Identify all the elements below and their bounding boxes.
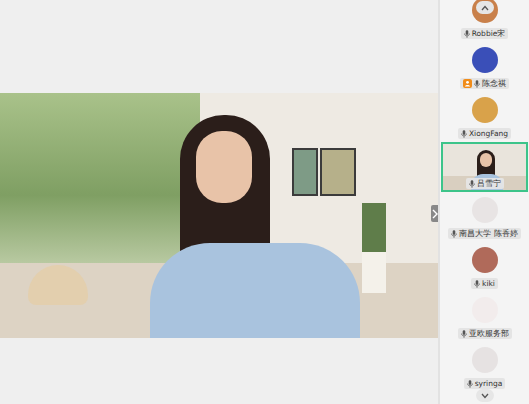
participant-tile[interactable]: 南昌大学 陈香婷 <box>440 192 529 242</box>
participant-list: Robbie宋陈念祺 XiongFang 吕雪宁南昌大学 陈香婷 kiki 亚欧服务部 s… <box>440 0 529 392</box>
participant-avatar <box>472 97 498 123</box>
participant-sidebar: Robbie宋陈念祺 XiongFang 吕雪宁南昌大学 陈香婷 kiki 亚欧服务部 s… <box>440 0 529 404</box>
chevron-down-icon <box>481 393 489 399</box>
participant-name-tag: XiongFang <box>458 128 511 139</box>
participant-avatar <box>472 297 498 323</box>
participant-name-tag: kiki <box>471 278 498 289</box>
participant-tile[interactable]: kiki <box>440 242 529 292</box>
main-stage <box>0 0 438 404</box>
participant-name-tag: Robbie宋 <box>461 28 509 39</box>
microphone-icon <box>461 330 467 338</box>
microphone-icon <box>467 380 473 388</box>
participant-tile[interactable]: 吕雪宁 <box>441 142 528 192</box>
participant-avatar <box>472 47 498 73</box>
host-badge-icon <box>463 79 472 88</box>
meeting-window: Robbie宋陈念祺 XiongFang 吕雪宁南昌大学 陈香婷 kiki 亚欧服务部 s… <box>0 0 529 404</box>
participant-name-tag: 吕雪宁 <box>466 178 504 189</box>
participant-name-tag: 亚欧服务部 <box>458 328 512 339</box>
microphone-icon <box>464 30 470 38</box>
participant-avatar <box>472 247 498 273</box>
scroll-up-button[interactable] <box>476 1 494 14</box>
scroll-down-button[interactable] <box>476 389 494 402</box>
microphone-icon <box>461 130 467 138</box>
microphone-icon <box>474 280 480 288</box>
participant-tile[interactable]: XiongFang <box>440 92 529 142</box>
chevron-right-icon <box>432 209 438 219</box>
collapse-sidebar-button[interactable] <box>431 205 438 222</box>
microphone-icon <box>474 80 480 88</box>
participant-tile[interactable]: syringa <box>440 342 529 392</box>
participant-tile[interactable]: 陈念祺 <box>440 42 529 92</box>
microphone-icon <box>469 180 475 188</box>
participant-avatar <box>472 347 498 373</box>
participant-avatar <box>472 197 498 223</box>
participant-name-tag: 南昌大学 陈香婷 <box>448 228 520 239</box>
participant-tile[interactable]: 亚欧服务部 <box>440 292 529 342</box>
participant-name-tag: 陈念祺 <box>460 78 509 89</box>
speaker-video <box>0 93 438 338</box>
chevron-up-icon <box>481 5 489 11</box>
participant-name-tag: syringa <box>464 378 506 389</box>
microphone-icon <box>451 230 457 238</box>
